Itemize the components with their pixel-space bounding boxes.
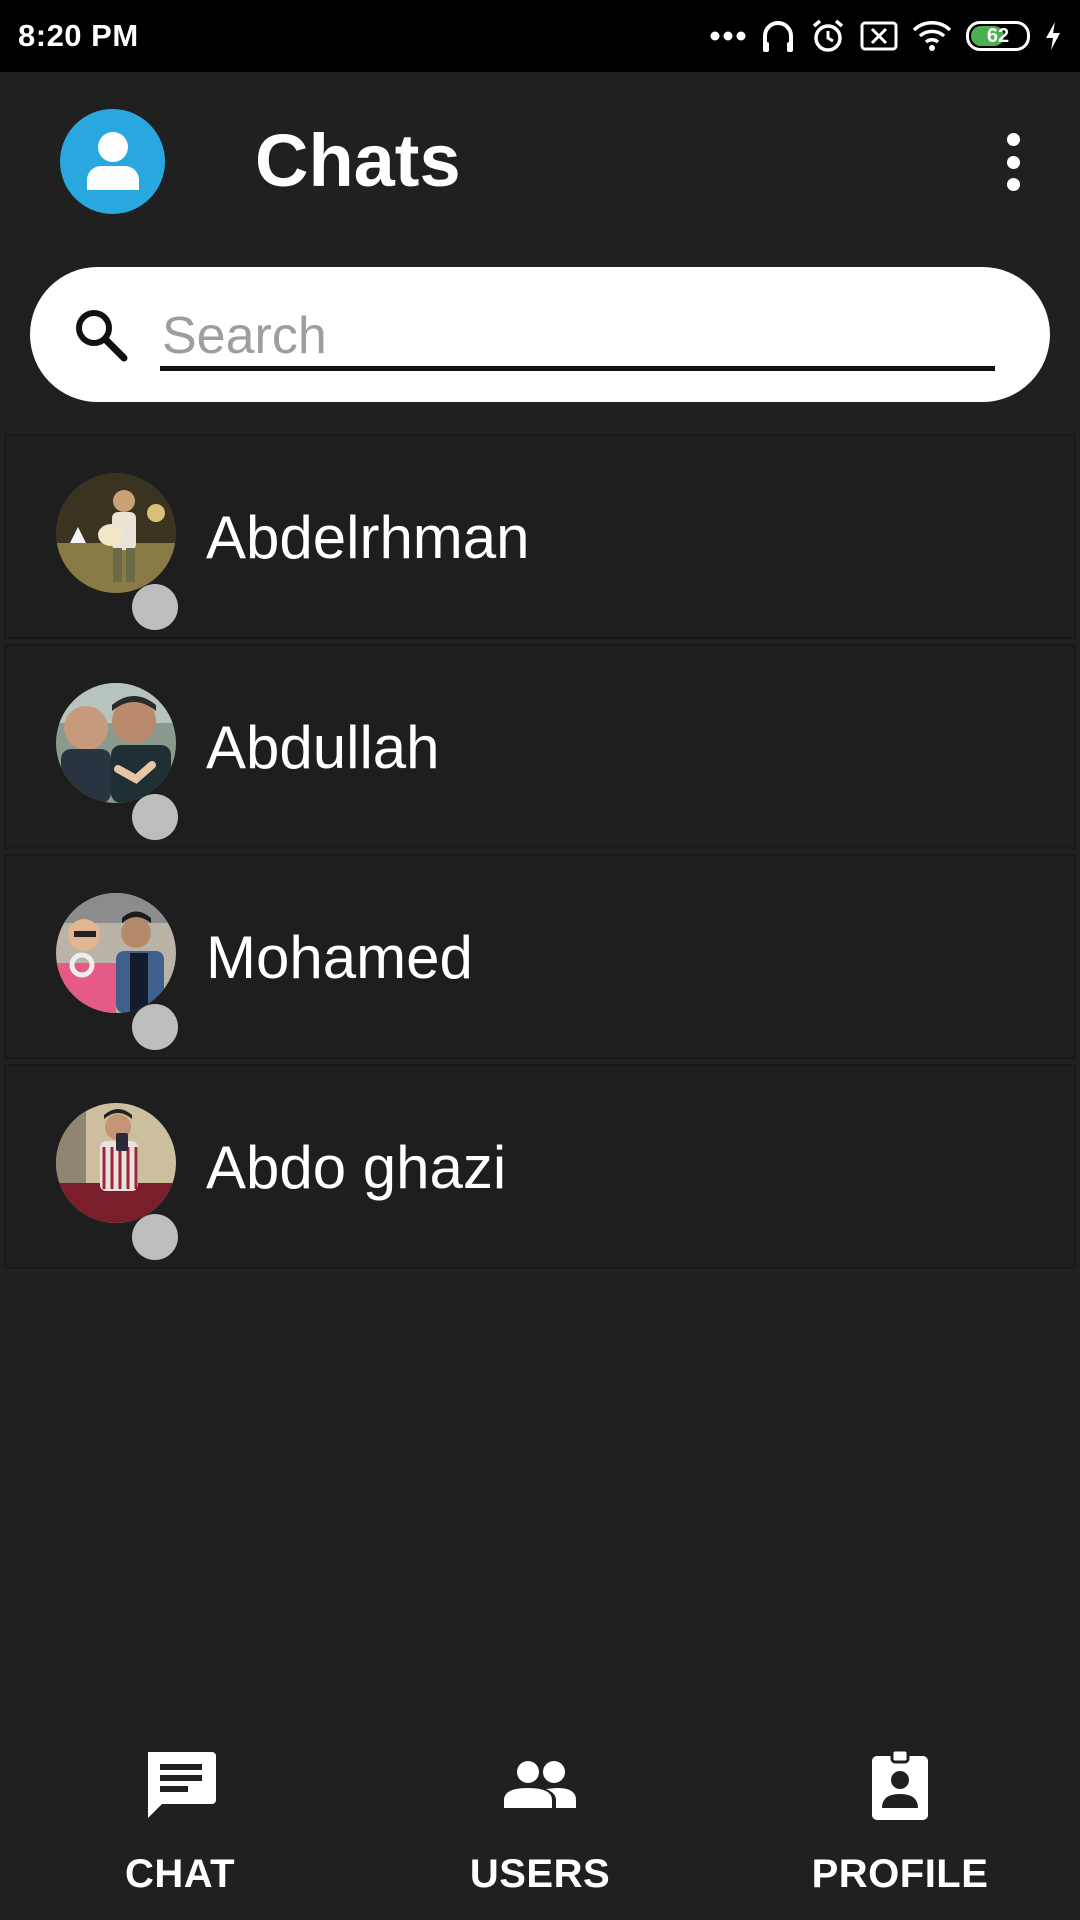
status-time: 8:20 PM [18,18,139,53]
nav-label-profile: PROFILE [811,1852,989,1896]
status-indicator [132,1004,178,1050]
nav-tab-profile[interactable]: PROFILE [720,1730,1080,1920]
search-input[interactable] [160,305,995,371]
page-title: Chats [255,119,461,202]
avatar-photo [56,893,176,1013]
nav-label-chat: CHAT [124,1852,236,1896]
avatar [56,1103,176,1223]
search-icon[interactable] [70,304,132,366]
status-indicator [132,584,178,630]
status-indicator [132,1214,178,1260]
users-icon [504,1761,576,1808]
wifi-icon [912,21,952,51]
sim-off-icon [860,21,898,51]
nav-tab-chat[interactable]: CHAT [0,1730,360,1920]
battery-icon: 62 [966,21,1030,51]
chat-list-item[interactable]: Abdullah [4,644,1076,849]
status-icons: 62 [710,18,1062,54]
status-bar: 8:20 PM 62 [0,0,1080,72]
nav-tab-users[interactable]: USERS [360,1730,720,1920]
avatar [56,473,176,593]
contact-name: Abdullah [206,714,440,781]
charging-icon [1046,22,1060,50]
contact-name: Abdelrhman [206,504,530,571]
more-vertical-dot [1006,155,1020,169]
more-vertical-dot [1006,178,1020,191]
contact-name: Mohamed [206,924,473,991]
headphones-icon [763,21,793,52]
more-vertical-icon [1006,133,1020,146]
more-options-button[interactable] [988,127,1038,197]
avatar [56,683,176,803]
bottom-navigation: CHAT USERS PROFILE [0,1730,1080,1920]
battery-level: 62 [986,24,1010,47]
avatar-photo [56,473,176,593]
contact-name: Abdo ghazi [206,1134,507,1201]
avatar-photo [56,683,176,803]
user-avatar-button[interactable] [60,109,165,214]
chat-list-item[interactable]: Mohamed [4,854,1076,1059]
more-dots-icon [710,31,746,41]
chat-list: Abdelrhman Abdullah Mohamed Abdo ghazi [4,434,1076,1274]
chat-list-item[interactable]: Abdelrhman [4,434,1076,639]
chat-list-item[interactable]: Abdo ghazi [4,1064,1076,1269]
chat-icon [148,1752,216,1818]
person-icon [86,131,139,190]
nav-label-users: USERS [469,1852,611,1896]
app-bar: Chats [0,72,1080,250]
search-bar [30,267,1050,402]
alarm-icon [812,19,844,52]
avatar-photo [56,1103,176,1223]
status-indicator [132,794,178,840]
profile-badge-icon [872,1748,928,1820]
avatar [56,893,176,1013]
